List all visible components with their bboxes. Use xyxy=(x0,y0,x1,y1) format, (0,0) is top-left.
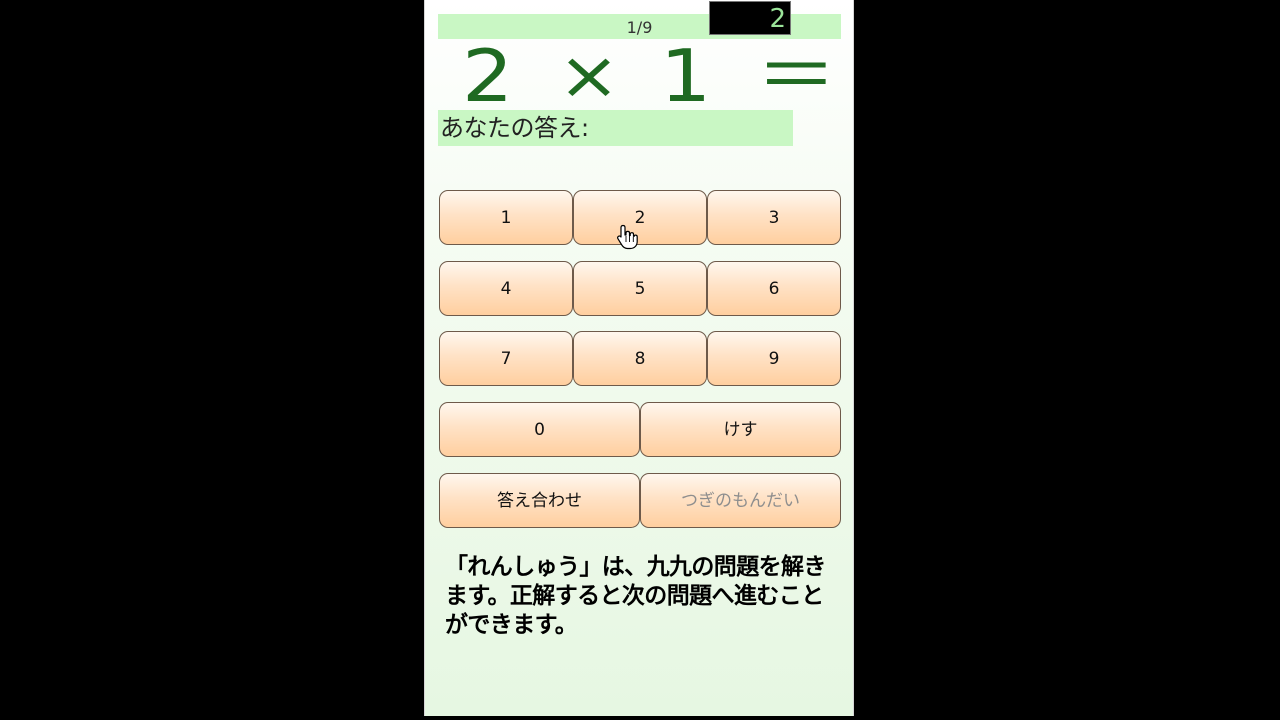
key-8[interactable]: 8 xyxy=(573,331,707,386)
clear-button[interactable]: けす xyxy=(640,402,841,457)
key-1[interactable]: 1 xyxy=(439,190,573,245)
check-answer-button[interactable]: 答え合わせ xyxy=(439,473,640,528)
answer-label: あなたの答え: xyxy=(438,110,709,146)
key-0[interactable]: 0 xyxy=(439,402,640,457)
operand-a: 2 xyxy=(462,34,514,118)
key-3[interactable]: 3 xyxy=(707,190,841,245)
key-9[interactable]: 9 xyxy=(707,331,841,386)
key-5[interactable]: 5 xyxy=(573,261,707,316)
multiply-sign: × xyxy=(558,37,620,114)
key-4[interactable]: 4 xyxy=(439,261,573,316)
answer-row: あなたの答え: xyxy=(438,110,841,146)
hand-pointer-icon xyxy=(617,224,638,250)
key-7[interactable]: 7 xyxy=(439,331,573,386)
key-6[interactable]: 6 xyxy=(707,261,841,316)
instructions-text: 「れんしゅう」は、九九の問題を解きます。正解すると次の問題へ進むことができます。 xyxy=(445,554,826,638)
answer-display: 2 xyxy=(709,1,791,35)
equals-sign: ＝ xyxy=(756,34,837,118)
operand-b: 1 xyxy=(660,34,712,118)
next-question-button[interactable]: つぎのもんだい xyxy=(640,473,841,528)
key-2[interactable]: 2 xyxy=(573,190,707,245)
app-screen: 1/9 2 × 1 ＝ あなたの答え: 2 1 2 3 4 5 6 7 8 9 … xyxy=(424,0,854,716)
question-expression: 2 × 1 ＝ xyxy=(438,38,841,115)
answer-background xyxy=(709,110,793,146)
